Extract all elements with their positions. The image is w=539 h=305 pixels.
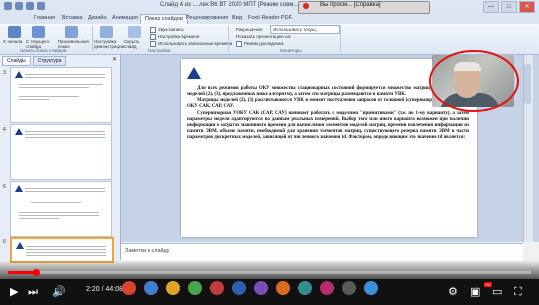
undo-icon[interactable] [26, 2, 34, 10]
redo-icon[interactable] [37, 2, 45, 10]
tab-review[interactable]: Рецензирование [186, 15, 228, 21]
next-icon[interactable]: ⏭ [28, 286, 38, 298]
microphone-icon [150, 27, 156, 33]
maximize-button[interactable]: □ [501, 1, 517, 13]
rehearse-timings-label: Настройка времени [158, 34, 200, 40]
app-icon[interactable] [342, 281, 356, 295]
window-title: Слайд 4 из ... лек ВК ВТ 2020 МПТ [Режим… [160, 2, 299, 8]
fullscreen-icon[interactable]: ⛶ [514, 286, 522, 298]
notes-placeholder: Заметки к слайду [125, 248, 170, 254]
logo-icon [15, 128, 23, 135]
app-icon[interactable] [166, 281, 180, 295]
slide-paragraph: Супервизорная УОКУ САК (САР, САУ) начина… [187, 110, 469, 141]
save-icon[interactable] [15, 2, 23, 10]
close-button[interactable]: ✕ [519, 1, 535, 13]
slideshow-start-icon[interactable] [8, 26, 21, 38]
use-timings-label: Использовать записанные времена [158, 41, 233, 47]
custom-show-icon[interactable] [65, 26, 78, 38]
slide-thumbnail[interactable] [10, 124, 112, 180]
progress-played [8, 271, 36, 274]
presenter-view-checkbox[interactable]: Режим докладчика [236, 41, 283, 47]
logo-icon [15, 71, 23, 78]
progress-track[interactable] [8, 271, 531, 274]
group-label-start: Начать показ слайдов [20, 48, 67, 53]
setup-show-button[interactable]: Настройка демонстрации [94, 39, 126, 49]
tab-insert[interactable]: Вставка [62, 15, 82, 21]
progress-scrubber[interactable] [33, 269, 40, 276]
slide-number: 4 [3, 127, 6, 133]
tab-animation[interactable]: Анимация [112, 15, 138, 21]
logo-icon [187, 67, 201, 79]
group-label-setup: Настройка [148, 48, 171, 53]
slide-number: 3 [3, 70, 6, 76]
logo-icon [15, 185, 23, 192]
quick-access-toolbar [4, 2, 45, 10]
slideshow-current-icon[interactable] [32, 26, 45, 38]
slide-thumbnail[interactable] [10, 67, 112, 123]
play-icon[interactable]: ▶ [10, 286, 18, 298]
app-icon[interactable] [232, 281, 246, 295]
checkbox-icon [150, 41, 156, 47]
app-icon[interactable] [210, 281, 224, 295]
slide-number: 5 [3, 184, 6, 190]
panel-close-button[interactable]: ✕ [112, 56, 117, 63]
app-icon[interactable] [276, 281, 290, 295]
tab-home[interactable]: Главная [34, 15, 55, 21]
panel-tabs: Слайды Структура [2, 56, 67, 66]
rehearse-timings-button[interactable]: Настройка времени [150, 34, 199, 40]
app-icon[interactable] [144, 281, 158, 295]
use-timings-checkbox[interactable]: Использовать записанные времена [150, 41, 232, 47]
recorder-label: Вы просм... [Справка] [320, 2, 381, 8]
app-icon[interactable] [298, 281, 312, 295]
ribbon-tabs: Главная Вставка Дизайн Анимация Показ сл… [0, 14, 539, 25]
office-button-icon[interactable] [4, 2, 12, 10]
show-on-label: Показать презентацию на: [236, 34, 292, 39]
checkbox-icon [236, 41, 242, 47]
record-narration-label: Звукозапись [158, 27, 184, 33]
tab-foxit[interactable]: Foxit Reader PDF [248, 15, 292, 21]
record-icon [303, 3, 309, 9]
app-icon[interactable] [364, 281, 378, 295]
volume-icon[interactable]: 🔊 [52, 286, 66, 298]
window-controls: — □ ✕ [483, 1, 535, 13]
miniplayer-icon[interactable]: ▣ [470, 286, 480, 298]
setup-show-icon[interactable] [100, 26, 113, 38]
slide-thumbnail[interactable] [10, 181, 112, 237]
resolution-select[interactable]: Использовать текущ... [270, 25, 340, 34]
tab-outline[interactable]: Структура [32, 56, 67, 66]
settings-gear-icon[interactable]: ⚙ [448, 286, 458, 298]
app-icon[interactable] [188, 281, 202, 295]
tab-design[interactable]: Дизайн [88, 15, 107, 21]
tab-slides[interactable]: Слайды [2, 56, 31, 66]
scrollbar-thumb[interactable] [524, 64, 531, 104]
clock-icon [150, 34, 156, 40]
presenter-view-label: Режим докладчика [244, 41, 284, 47]
ribbon-separator [92, 26, 93, 52]
record-narration-button[interactable]: Звукозапись [150, 27, 184, 33]
notes-pane[interactable]: Заметки к слайду [121, 243, 523, 261]
tab-view[interactable]: Вид [232, 15, 242, 21]
hide-slide-icon[interactable] [128, 26, 141, 38]
app-icon[interactable] [320, 281, 334, 295]
group-label-monitors: Мониторы [280, 48, 302, 53]
from-start-button[interactable]: С начала [3, 39, 22, 44]
theater-mode-icon[interactable]: ▭ [492, 286, 502, 298]
slides-panel: Слайды Структура ✕ 3 4 5 6 [0, 55, 121, 263]
slide-number: 6 [3, 239, 6, 245]
taskbar-icons [122, 281, 378, 295]
minimize-button[interactable]: — [483, 1, 499, 13]
time-display: 2:20 / 44:08 [86, 286, 123, 293]
hd-badge: HD [484, 282, 492, 287]
ribbon-separator [228, 26, 229, 52]
app-icon[interactable] [122, 281, 136, 295]
resolution-label: Разрешение: [236, 27, 264, 32]
red-annotation-circle [429, 50, 519, 112]
hide-slide-button[interactable]: Скрыть слайд [124, 39, 148, 49]
app-icon[interactable] [254, 281, 268, 295]
ribbon-separator [340, 26, 341, 52]
logo-icon [16, 242, 24, 249]
